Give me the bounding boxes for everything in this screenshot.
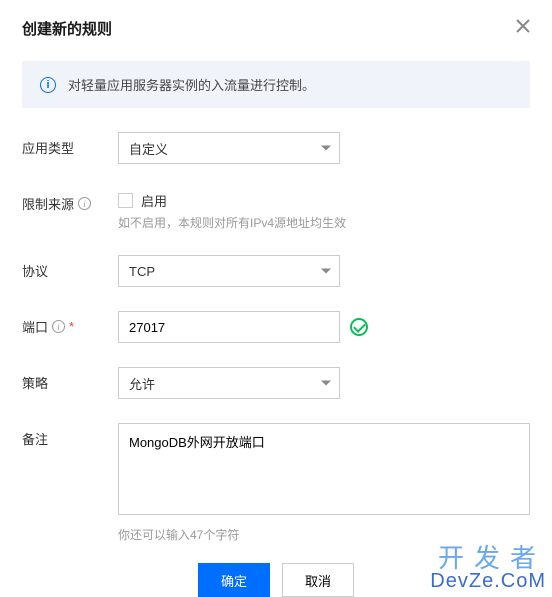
enable-source-checkbox[interactable] [118,193,133,208]
row-remark: 备注 你还可以输入47个字符 [22,423,530,543]
label-protocol: 协议 [22,255,118,280]
enable-source-label: 启用 [141,191,167,210]
create-rule-dialog: 创建新的规则 i 对轻量应用服务器实例的入流量进行控制。 应用类型 自定义 限制… [0,0,552,597]
app-type-select[interactable]: 自定义 [118,132,340,164]
dialog-buttons: 确定 取消 [22,563,530,597]
label-app-type: 应用类型 [22,132,118,157]
row-restrict-source: 限制来源 i 启用 如不启用，本规则对所有IPv4源地址均生效 [22,188,530,231]
policy-value: 允许 [129,374,155,393]
chevron-down-icon [321,146,331,151]
chevron-down-icon [321,269,331,274]
app-type-value: 自定义 [129,139,168,158]
protocol-value: TCP [129,264,155,279]
port-input[interactable] [118,311,340,343]
close-icon [516,19,530,33]
policy-select[interactable]: 允许 [118,367,340,399]
dialog-header: 创建新的规则 [22,18,530,39]
help-icon[interactable]: i [78,197,91,210]
dialog-title: 创建新的规则 [22,18,112,39]
label-restrict-source: 限制来源 i [22,188,118,213]
required-mark: * [69,319,74,334]
info-icon: i [40,77,56,93]
info-banner: i 对轻量应用服务器实例的入流量进行控制。 [22,61,530,108]
cancel-button[interactable]: 取消 [282,563,354,597]
check-circle-icon [350,318,368,336]
chevron-down-icon [321,381,331,386]
label-remark: 备注 [22,423,118,448]
row-policy: 策略 允许 [22,367,530,399]
row-protocol: 协议 TCP [22,255,530,287]
protocol-select[interactable]: TCP [118,255,340,287]
label-port: 端口 i * [22,311,118,336]
remark-textarea[interactable] [118,423,530,515]
row-app-type: 应用类型 自定义 [22,132,530,164]
close-button[interactable] [516,19,530,38]
remark-hint: 你还可以输入47个字符 [118,526,530,543]
row-port: 端口 i * [22,311,530,343]
info-text: 对轻量应用服务器实例的入流量进行控制。 [68,75,315,94]
label-policy: 策略 [22,367,118,392]
ok-button[interactable]: 确定 [198,563,270,597]
enable-source-checkbox-wrap: 启用 [118,188,530,206]
restrict-source-hint: 如不启用，本规则对所有IPv4源地址均生效 [118,214,530,231]
help-icon[interactable]: i [52,320,65,333]
